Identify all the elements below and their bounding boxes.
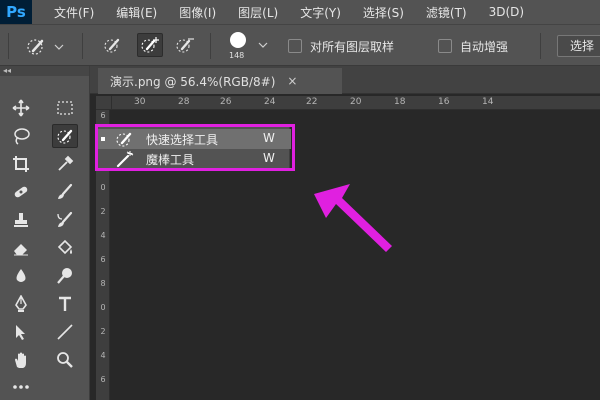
options-divider [210, 33, 211, 59]
menu-image[interactable]: 图像(I) [179, 4, 216, 21]
ruler-label: 0 [100, 303, 106, 312]
blur-tool-icon[interactable] [8, 264, 34, 288]
eyedropper-tool-icon[interactable] [52, 152, 78, 176]
add-to-selection-button[interactable] [137, 33, 163, 57]
sample-all-layers-checkbox[interactable] [288, 39, 302, 53]
menu-layer[interactable]: 图层(L) [238, 4, 278, 21]
photoshop-window: Ps 文件(F) 编辑(E) 图像(I) 图层(L) 文字(Y) 选择(S) 滤… [0, 0, 600, 400]
close-icon[interactable]: × [287, 74, 297, 88]
sample-all-layers-label: 对所有图层取样 [310, 40, 395, 54]
pointer-arrow-icon [314, 184, 392, 252]
new-selection-button[interactable] [100, 33, 126, 57]
chevron-down-icon[interactable] [258, 41, 268, 49]
ruler-label: 18 [394, 97, 406, 107]
zoom-tool-icon[interactable] [52, 348, 78, 372]
ruler-label: 8 [100, 279, 106, 288]
pen-tool-icon[interactable] [8, 292, 34, 316]
lasso-tool-icon[interactable] [8, 124, 34, 148]
more-tools-icon[interactable] [8, 374, 34, 398]
history-brush-tool-icon[interactable] [52, 208, 78, 232]
move-tool-icon[interactable] [8, 96, 34, 120]
toolbox: ◂◂ [0, 66, 90, 400]
menu-bar: Ps 文件(F) 编辑(E) 图像(I) 图层(L) 文字(Y) 选择(S) 滤… [0, 0, 600, 24]
clone-stamp-tool-icon[interactable] [8, 208, 34, 232]
ruler-label: 28 [178, 97, 190, 107]
menu-select[interactable]: 选择(S) [363, 4, 404, 21]
brush-add-icon [141, 37, 159, 53]
quick-selection-tool-icon[interactable] [52, 124, 78, 148]
ruler-label: 24 [264, 97, 276, 107]
marquee-tool-icon[interactable] [52, 96, 78, 120]
type-tool-icon[interactable] [52, 292, 78, 316]
brush-size-preview[interactable] [230, 32, 246, 48]
ruler-label: 2 [100, 207, 106, 216]
ruler-label: 6 [100, 111, 106, 120]
menu-type[interactable]: 文字(Y) [300, 4, 341, 21]
ruler-label: 6 [100, 255, 106, 264]
options-divider [540, 33, 541, 59]
horizontal-ruler[interactable]: 30 28 26 24 22 20 18 16 14 [112, 96, 600, 110]
document-tab-title: 演示.png @ 56.4%(RGB/8#) [110, 74, 276, 89]
brush-new-icon [104, 38, 120, 53]
ps-logo: Ps [0, 0, 32, 24]
auto-enhance-label: 自动增强 [460, 40, 509, 54]
dodge-tool-icon[interactable] [52, 264, 78, 288]
document-tab-bar: 演示.png @ 56.4%(RGB/8#) × [90, 66, 600, 94]
hand-tool-icon[interactable] [8, 348, 34, 372]
ruler-label: 0 [100, 183, 106, 192]
ruler-label: 22 [306, 97, 318, 107]
ruler-label: 20 [350, 97, 362, 107]
ruler-label: 4 [100, 231, 106, 240]
menu-3d[interactable]: 3D(D) [489, 5, 524, 19]
path-selection-tool-icon[interactable] [8, 320, 34, 344]
subtract-from-selection-button[interactable] [172, 33, 198, 57]
ruler-label: 2 [100, 327, 106, 336]
ruler-label: 16 [438, 97, 450, 107]
healing-brush-tool-icon[interactable] [8, 180, 34, 204]
highlight-box [95, 124, 295, 171]
toolbox-collapse-icon[interactable]: ◂◂ [0, 66, 89, 76]
tool-preset-picker[interactable] [20, 33, 70, 59]
ruler-label: 26 [220, 97, 232, 107]
crop-tool-icon[interactable] [8, 152, 34, 176]
ruler-label: 6 [100, 375, 106, 384]
menu-filter[interactable]: 滤镜(T) [426, 4, 467, 21]
ruler-label: 4 [100, 351, 106, 360]
brush-tool-icon[interactable] [52, 180, 78, 204]
auto-enhance-checkbox[interactable] [438, 39, 452, 53]
brush-subtract-icon [176, 38, 194, 53]
menu-edit[interactable]: 编辑(E) [116, 4, 157, 21]
options-bar: 148 对所有图层取样 自动增强 选择 [0, 24, 600, 66]
line-tool-icon[interactable] [52, 320, 78, 344]
eraser-tool-icon[interactable] [8, 236, 34, 260]
quick-selection-preset-icon [27, 39, 64, 55]
options-divider [82, 33, 83, 59]
options-grip [8, 33, 9, 59]
select-and-mask-button[interactable]: 选择 [557, 35, 600, 57]
paint-bucket-tool-icon[interactable] [52, 236, 78, 260]
ruler-label: 30 [134, 97, 146, 107]
menu-file[interactable]: 文件(F) [54, 4, 94, 21]
ruler-label: 14 [482, 97, 494, 107]
ruler-origin[interactable] [96, 96, 112, 110]
document-tab[interactable]: 演示.png @ 56.4%(RGB/8#) × [98, 68, 342, 94]
brush-size-value: 148 [229, 51, 245, 60]
